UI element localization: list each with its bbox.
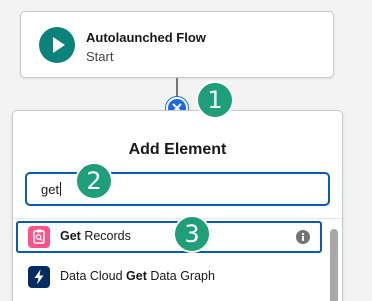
- flow-connector-line: [176, 78, 178, 98]
- result-data-cloud-get-data-graph[interactable]: Data Cloud Get Data Graph: [16, 261, 322, 293]
- result-label: Get Records: [60, 229, 131, 243]
- divider: [13, 218, 342, 219]
- search-input-value: get: [41, 182, 62, 197]
- result-label: Data Cloud Get Data Graph: [60, 269, 215, 283]
- annotation-badge-2: 2: [75, 162, 113, 200]
- results-scrollbar[interactable]: [330, 229, 338, 301]
- add-element-popover: Add Element get Get Records Data Cloud G…: [12, 110, 343, 301]
- annotation-badge-1: 1: [196, 81, 234, 119]
- start-node-subtitle: Start: [86, 49, 114, 64]
- lightning-icon: [28, 266, 50, 288]
- get-records-icon: [28, 226, 50, 248]
- play-icon: [39, 27, 75, 63]
- result-get-records[interactable]: Get Records: [16, 221, 322, 253]
- popover-title: Add Element: [128, 141, 227, 158]
- text-cursor: [60, 182, 62, 196]
- search-results-list: Get Records Data Cloud Get Data Graph: [13, 221, 331, 301]
- start-node-card[interactable]: Autolaunched Flow Start: [20, 11, 334, 78]
- scrollbar-thumb[interactable]: [330, 229, 338, 301]
- info-icon[interactable]: [296, 230, 310, 244]
- element-search-input[interactable]: get: [25, 172, 330, 206]
- start-node-title: Autolaunched Flow: [86, 30, 206, 45]
- annotation-badge-3: 3: [173, 215, 211, 253]
